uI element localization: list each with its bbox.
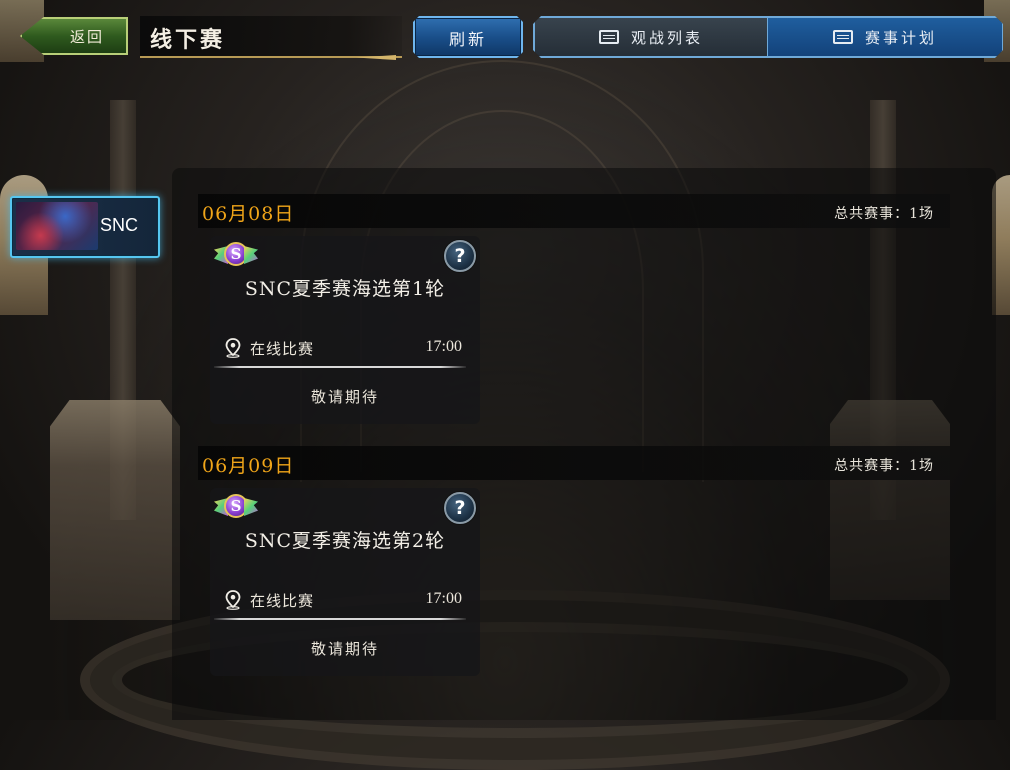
divider (214, 618, 466, 620)
match-info-row: 在线比赛 17:00 (224, 336, 462, 360)
location-pin-icon (225, 590, 241, 610)
match-status: 敬请期待 (310, 388, 379, 406)
page-title-bar: 线下赛 (140, 16, 402, 60)
season-badge-icon: S (214, 492, 258, 524)
back-button[interactable]: 返回 (20, 17, 128, 55)
refresh-button[interactable]: 刷新 (413, 16, 523, 58)
date-header: 06月08日 总共赛事：1场 (198, 194, 950, 228)
view-tabs: 观战列表 赛事计划 (533, 16, 1003, 58)
page-title: 线下赛 (150, 27, 226, 53)
badge-wing-decor (244, 246, 258, 264)
monitor-icon (599, 30, 619, 44)
help-button[interactable]: ? (444, 240, 476, 272)
match-location: 在线比赛 (250, 592, 315, 610)
match-time: 17:00 (425, 590, 462, 607)
tab-watch-list[interactable]: 观战列表 (535, 18, 767, 56)
pillar-decor (110, 100, 136, 520)
match-name: SNC夏季赛海选第2轮 (244, 530, 446, 552)
refresh-button-label: 刷新 (448, 30, 487, 49)
altar-decor (50, 400, 180, 620)
tab-event-plan[interactable]: 赛事计划 (767, 18, 1002, 56)
date-header: 06月09日 总共赛事：1场 (198, 446, 950, 480)
total-events-label: 总共赛事：1场 (834, 206, 934, 222)
back-button-label: 返回 (70, 28, 105, 46)
match-name: SNC夏季赛海选第1轮 (244, 278, 446, 300)
tab-watch-list-label: 观战列表 (630, 28, 703, 47)
location-pin-icon (225, 338, 241, 358)
monitor-icon (833, 30, 853, 44)
match-card[interactable]: S ? SNC夏季赛海选第2轮 在线比赛 17:00 敬请期待 (210, 488, 480, 676)
date-label: 06月09日 (202, 455, 295, 477)
title-underline-decor (356, 55, 396, 60)
total-events-label: 总共赛事：1场 (834, 458, 934, 474)
sidebar-item-label: SNC (100, 215, 139, 235)
date-label: 06月08日 (202, 203, 295, 225)
match-card[interactable]: S ? SNC夏季赛海选第1轮 在线比赛 17:00 敬请期待 (210, 236, 480, 424)
match-time: 17:00 (425, 338, 462, 355)
tab-event-plan-label: 赛事计划 (864, 28, 937, 47)
badge-wing-decor (244, 498, 258, 516)
season-badge-icon: S (214, 240, 258, 272)
help-button[interactable]: ? (444, 492, 476, 524)
match-info-row: 在线比赛 17:00 (224, 588, 462, 612)
sidebar-item-snc[interactable]: SNC (10, 196, 160, 258)
divider (214, 366, 466, 368)
match-status: 敬请期待 (310, 640, 379, 658)
match-location: 在线比赛 (250, 340, 315, 358)
event-thumbnail (16, 202, 98, 250)
